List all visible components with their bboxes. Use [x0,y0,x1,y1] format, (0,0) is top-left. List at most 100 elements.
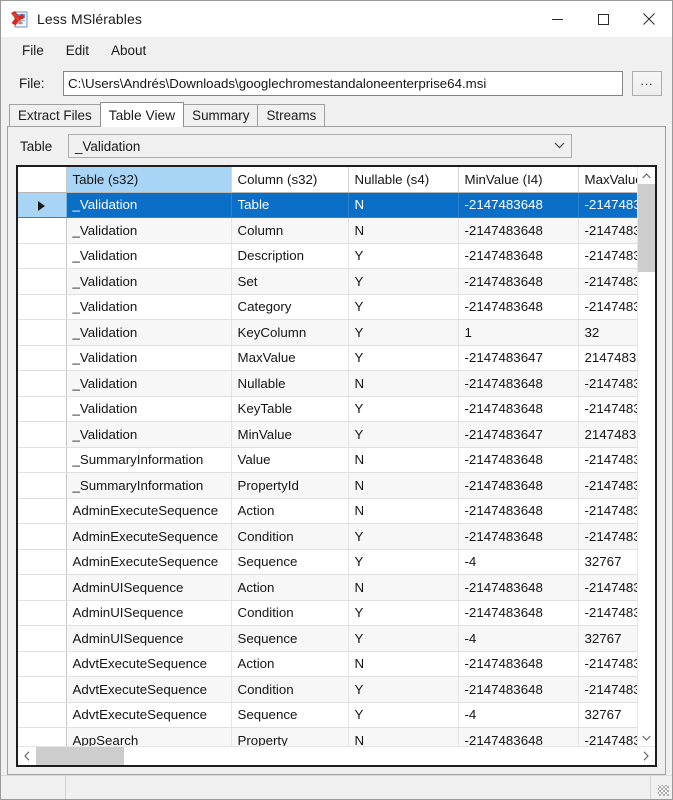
scroll-down-icon[interactable] [638,729,655,746]
menu-item-about[interactable]: About [100,40,157,62]
table-row[interactable]: AdminUISequence Condition Y -2147483648 -214… [18,600,637,626]
cell-maxvalue[interactable]: 2147483647 [578,421,637,448]
cell-table[interactable]: AdminExecuteSequence [66,523,232,550]
cell-nullable[interactable]: N [348,447,459,473]
cell-column[interactable]: Column [231,217,349,244]
cell-maxvalue[interactable]: -2147483648 [578,574,637,601]
grid-header-maxvalue[interactable]: MaxValue (I4 [578,167,637,193]
table-row[interactable]: _SummaryInformation PropertyId N -214748364… [18,472,637,499]
cell-column[interactable]: Set [231,268,349,295]
row-selector-cell[interactable] [18,651,67,677]
cell-minvalue[interactable]: -2147483648 [458,574,579,601]
cell-minvalue[interactable]: -2147483648 [458,217,579,244]
cell-table[interactable]: AppSearch [66,727,232,746]
row-selector-cell[interactable] [18,600,67,626]
cell-nullable[interactable]: Y [348,268,459,295]
cell-table[interactable]: _Validation [66,345,232,371]
table-row[interactable]: _ValidationColumnN-2147483648-2147483648 [18,217,637,244]
cell-table[interactable]: AdminExecuteSequence [66,498,232,524]
table-row[interactable]: AdvtExecuteSequence Action N -2147483648 -21… [18,651,637,677]
cell-column[interactable]: MinValue [231,421,349,448]
cell-minvalue[interactable]: -2147483648 [458,370,579,397]
cell-minvalue[interactable]: -2147483648 [458,268,579,295]
table-select[interactable]: _Validation [68,134,572,158]
grid-header-minvalue[interactable]: MinValue (I4) [458,167,579,193]
tab-table-view[interactable]: Table View [99,102,185,127]
row-selector-cell[interactable] [18,727,67,746]
cell-table[interactable]: AdminUISequence [66,625,232,652]
horizontal-scroll-thumb[interactable] [36,747,124,765]
cell-minvalue[interactable]: -4 [458,549,579,575]
table-row[interactable]: _ValidationNullableN-2147483648-21474836… [18,370,637,397]
vertical-scrollbar[interactable] [637,167,655,746]
cell-nullable[interactable]: Y [348,523,459,550]
table-row[interactable]: _ValidationMaxValueY-2147483647214748364… [18,345,637,371]
minimize-button[interactable] [534,1,580,37]
cell-maxvalue[interactable]: -2147483648 [578,243,637,269]
cell-table[interactable]: _Validation [66,319,232,346]
cell-minvalue[interactable]: -2147483648 [458,472,579,499]
cell-column[interactable]: Sequence [231,702,349,728]
cell-column[interactable]: Condition [231,523,349,550]
cell-nullable[interactable]: Y [348,421,459,448]
cell-maxvalue[interactable]: -2147483648 [578,523,637,550]
cell-column[interactable]: Table [231,192,349,218]
table-row[interactable]: AdminExecuteSequence Action N -2147483648 -2… [18,498,637,524]
cell-maxvalue[interactable]: 32767 [578,625,637,652]
cell-maxvalue[interactable]: -2147483648 [578,676,637,703]
table-row[interactable]: _ValidationKeyTableY-2147483648-21474836… [18,396,637,422]
cell-table[interactable]: _Validation [66,396,232,422]
cell-maxvalue[interactable]: -2147483648 [578,268,637,295]
row-selector-cell[interactable] [18,523,67,550]
cell-column[interactable]: Sequence [231,625,349,652]
vertical-scroll-thumb[interactable] [638,184,655,272]
cell-minvalue[interactable]: -2147483647 [458,345,579,371]
cell-maxvalue[interactable]: 2147483647 [578,345,637,371]
row-selector-cell[interactable] [18,345,67,371]
cell-nullable[interactable]: N [348,472,459,499]
cell-column[interactable]: Category [231,294,349,320]
cell-minvalue[interactable]: -2147483648 [458,396,579,422]
cell-maxvalue[interactable]: -2147483648 [578,600,637,626]
cell-table[interactable]: AdvtExecuteSequence [66,676,232,703]
cell-table[interactable]: _Validation [66,243,232,269]
cell-minvalue[interactable]: -2147483648 [458,600,579,626]
row-selector-cell[interactable] [18,447,67,473]
cell-nullable[interactable]: Y [348,396,459,422]
close-button[interactable] [626,1,672,37]
row-selector-cell[interactable] [18,472,67,499]
cell-column[interactable]: Action [231,498,349,524]
scroll-up-icon[interactable] [638,167,655,184]
cell-minvalue[interactable]: -2147483648 [458,676,579,703]
cell-maxvalue[interactable]: -2147483648 [578,498,637,524]
cell-table[interactable]: _Validation [66,268,232,295]
cell-column[interactable]: Property [231,727,349,746]
tab-summary[interactable]: Summary [183,104,259,126]
cell-table[interactable]: AdvtExecuteSequence [66,651,232,677]
cell-table[interactable]: _Validation [66,421,232,448]
scroll-right-icon[interactable] [637,747,655,765]
cell-maxvalue[interactable]: -2147483648 [578,447,637,473]
table-row[interactable]: AppSearchPropertyN-2147483648-2147483648 [18,727,637,746]
vertical-scroll-track[interactable] [638,184,655,729]
row-selector-cell[interactable] [18,676,67,703]
table-row[interactable]: _ValidationSetY-2147483648-2147483648 [18,268,637,295]
cell-minvalue[interactable]: -2147483648 [458,192,579,218]
file-path-input[interactable]: C:\Users\Andrés\Downloads\googlechromest… [63,70,623,96]
cell-nullable[interactable]: N [348,192,459,218]
resize-grip-icon[interactable] [651,776,672,799]
table-row[interactable]: _Validation KeyColumn Y 1 32 [18,319,637,346]
row-selector-cell[interactable] [18,319,67,346]
cell-maxvalue[interactable]: 32 [578,319,637,346]
cell-column[interactable]: Condition [231,600,349,626]
cell-nullable[interactable]: Y [348,676,459,703]
cell-nullable[interactable]: Y [348,625,459,652]
cell-maxvalue[interactable]: 32767 [578,702,637,728]
cell-table[interactable]: _Validation [66,370,232,397]
cell-table[interactable]: AdminExecuteSequence [66,549,232,575]
table-row[interactable]: AdvtExecuteSequence Condition Y -2147483648… [18,676,637,703]
menu-item-file[interactable]: File [11,40,55,62]
cell-column[interactable]: Value [231,447,349,473]
cell-table[interactable]: _Validation [66,192,232,218]
cell-nullable[interactable]: N [348,370,459,397]
